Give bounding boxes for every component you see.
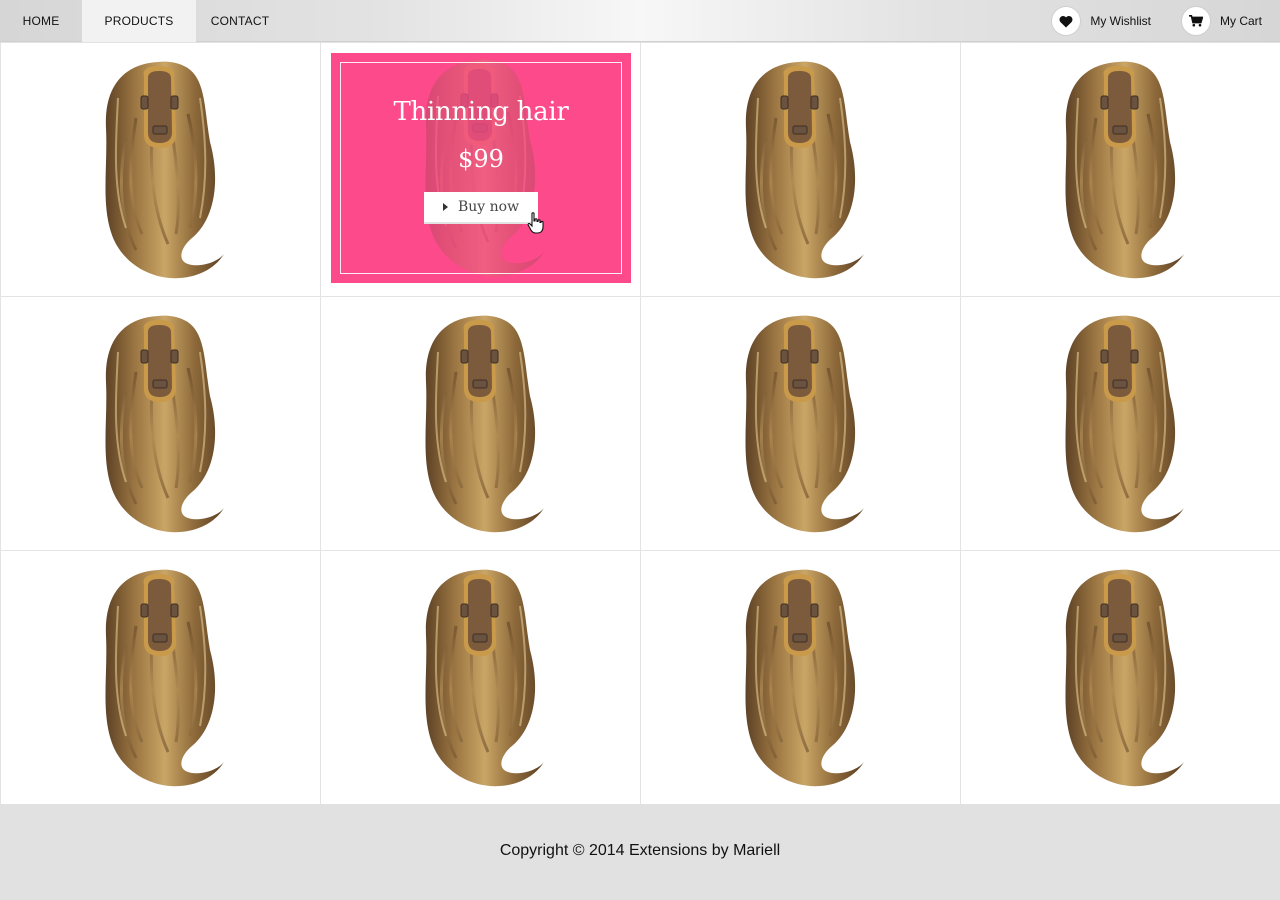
promo-price: $99	[458, 145, 504, 173]
footer: Copyright © 2014 Extensions by Mariell	[0, 804, 1280, 900]
cart-label: My Cart	[1220, 14, 1262, 28]
hair-topper-icon	[736, 312, 866, 536]
hair-topper-icon	[96, 312, 226, 536]
product-tile-12[interactable]	[960, 550, 1280, 805]
copyright-text: Copyright © 2014 Extensions by Mariell	[499, 842, 781, 859]
cart-icon	[1181, 6, 1211, 36]
wishlist-link[interactable]: My Wishlist	[1051, 6, 1151, 36]
heart-icon	[1051, 6, 1082, 36]
hair-topper-icon	[416, 566, 546, 790]
nav-contact[interactable]: CONTACT	[196, 0, 284, 42]
user-nav: My Wishlist My Cart	[1051, 0, 1262, 42]
product-tile-6[interactable]	[320, 296, 641, 551]
buy-now-button[interactable]: Buy now	[424, 192, 538, 224]
product-tile-1[interactable]	[0, 42, 321, 297]
product-tile-11[interactable]	[640, 550, 961, 805]
buy-now-label: Buy now	[457, 199, 520, 215]
hair-topper-icon	[1056, 58, 1186, 282]
hair-topper-icon	[96, 566, 226, 790]
hair-topper-icon	[416, 312, 546, 536]
top-navbar: HOME PRODUCTS CONTACT My Wishlist My Car…	[0, 0, 1280, 42]
wishlist-label: My Wishlist	[1090, 14, 1151, 28]
nav-home[interactable]: HOME	[0, 0, 82, 42]
hair-topper-icon	[1056, 312, 1186, 536]
hair-topper-icon	[1056, 566, 1186, 790]
promo-title: Thinning hair	[393, 97, 569, 127]
product-tile-3[interactable]	[640, 42, 961, 297]
main-nav: HOME PRODUCTS CONTACT	[0, 0, 284, 42]
product-tile-10[interactable]	[320, 550, 641, 805]
product-tile-5[interactable]	[0, 296, 321, 551]
product-grid: Thinning hair $99 Buy now	[0, 42, 1280, 805]
cart-link[interactable]: My Cart	[1181, 6, 1262, 36]
hair-topper-icon	[96, 58, 226, 282]
nav-products[interactable]: PRODUCTS	[82, 0, 196, 42]
product-tile-2[interactable]: Thinning hair $99 Buy now	[320, 42, 641, 297]
product-tile-9[interactable]	[0, 550, 321, 805]
hand-pointer-icon	[527, 212, 544, 234]
promo-overlay: Thinning hair $99 Buy now	[331, 53, 631, 283]
product-tile-8[interactable]	[960, 296, 1280, 551]
product-tile-4[interactable]	[960, 42, 1280, 297]
caret-right-icon	[442, 203, 448, 211]
hair-topper-icon	[736, 58, 866, 282]
product-tile-7[interactable]	[640, 296, 961, 551]
hair-topper-icon	[736, 566, 866, 790]
